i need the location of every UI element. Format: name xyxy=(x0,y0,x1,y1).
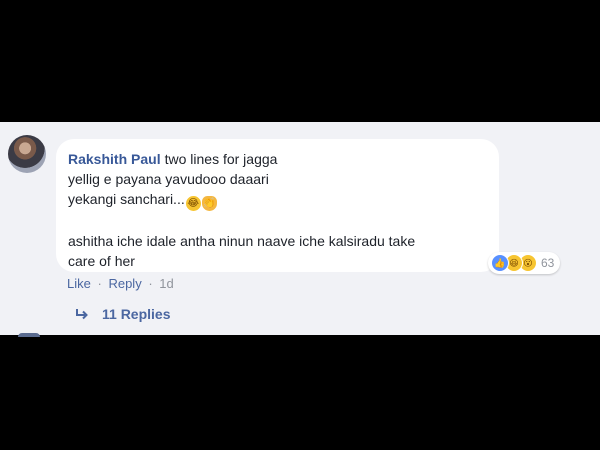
clapping-hands-emoji: 👏 xyxy=(201,196,217,211)
timestamp[interactable]: 1d xyxy=(159,276,173,291)
separator: · xyxy=(97,276,102,291)
comment-bubble: Rakshith Paul two lines for jagga yellig … xyxy=(56,139,499,272)
reactions-summary[interactable]: 👍 😆 😮 63 xyxy=(488,252,561,274)
like-link[interactable]: Like xyxy=(67,276,91,291)
reply-link[interactable]: Reply xyxy=(108,276,141,291)
comment-line-3-wrap: yekangi sanchari... 😂 👏 xyxy=(68,189,488,211)
comment-line-2: yellig e payana yavudooo daaari xyxy=(68,171,269,187)
comment-line-4: ashitha iche idale antha ninun naave ich… xyxy=(68,233,416,249)
avatar[interactable] xyxy=(8,135,46,173)
comment-actions: Like · Reply · 1d xyxy=(67,275,174,293)
view-replies-link[interactable]: 11 Replies xyxy=(75,305,171,323)
comment-first-line: Rakshith Paul two lines for jagga xyxy=(68,149,488,169)
comment-line-1: two lines for jagga xyxy=(164,151,278,167)
replies-count-label[interactable]: 11 Replies xyxy=(102,305,171,323)
separator: · xyxy=(148,276,153,291)
tears-of-joy-emoji: 😂 xyxy=(185,196,201,211)
comment-line-3: yekangi sanchari... xyxy=(68,191,185,207)
reply-arrow-icon xyxy=(76,309,88,320)
author-name-link[interactable]: Rakshith Paul xyxy=(68,151,161,167)
like-icon: 👍 xyxy=(491,254,509,272)
comment-line-5: care of her xyxy=(68,253,135,269)
reaction-count: 63 xyxy=(541,256,555,270)
next-comment-avatar xyxy=(18,333,40,337)
comment-text: Rakshith Paul two lines for jagga yellig … xyxy=(68,149,488,271)
